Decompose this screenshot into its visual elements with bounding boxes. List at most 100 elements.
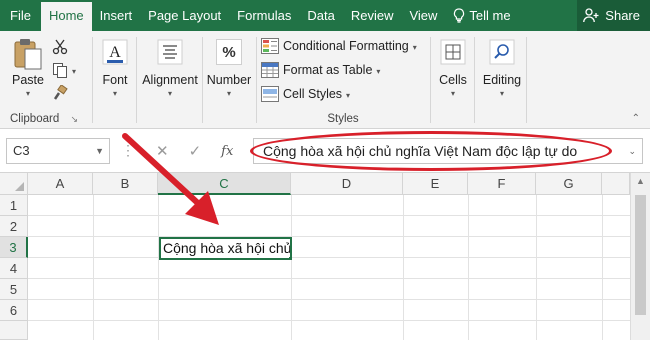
conditional-formatting-button[interactable]: Conditional Formatting ▾ [261, 38, 417, 54]
column-header-b[interactable]: B [93, 173, 158, 195]
table-icon [261, 62, 279, 78]
vertical-scrollbar[interactable]: ▲ [630, 173, 650, 340]
ribbon-tab-bar: File Home Insert Page Layout Formulas Da… [0, 0, 650, 31]
cancel-icon[interactable]: ✕ [156, 142, 169, 160]
formula-input[interactable]: Cộng hòa xã hội chủ nghĩa Việt Nam độc l… [253, 138, 643, 164]
chevron-down-icon: ▾ [112, 89, 117, 98]
formula-bar: C3 ▼ ⋮ ✕ ✓ fx Cộng hòa xã hội chủ nghĩa … [0, 129, 650, 173]
cells-icon [440, 39, 466, 65]
find-icon [489, 39, 515, 65]
chevron-down-icon: ▾ [346, 90, 351, 100]
insert-function-button[interactable]: fx [221, 144, 233, 159]
number-group: % Number ▾ [203, 31, 255, 129]
name-box-value: C3 [13, 143, 30, 158]
copy-button[interactable]: ▾ [52, 62, 76, 78]
align-center-icon [157, 39, 183, 65]
formula-content: Cộng hòa xã hội chủ nghĩa Việt Nam độc l… [263, 143, 578, 159]
column-header-partial[interactable] [602, 173, 630, 195]
group-separator [526, 37, 527, 123]
format-painter-button[interactable] [52, 85, 68, 101]
cut-button[interactable] [52, 39, 68, 55]
fill-handle[interactable] [288, 256, 290, 258]
name-box[interactable]: C3 ▼ [6, 138, 110, 164]
resize-handle-icon[interactable]: ⋮ [121, 142, 136, 159]
enter-check-icon[interactable]: ✓ [189, 142, 202, 160]
tab-data[interactable]: Data [299, 0, 342, 31]
column-header-d[interactable]: D [291, 173, 403, 195]
percent-icon: % [216, 39, 242, 65]
column-header-c[interactable]: C [158, 173, 291, 195]
chevron-down-icon: ▾ [412, 42, 417, 52]
lightbulb-icon [454, 8, 465, 23]
format-as-table-button[interactable]: Format as Table ▾ [261, 62, 380, 78]
chevron-down-icon: ▾ [167, 89, 172, 98]
tab-formulas[interactable]: Formulas [229, 0, 299, 31]
scrollbar-thumb[interactable] [635, 195, 646, 315]
tab-file[interactable]: File [0, 0, 41, 31]
cell-styles-icon [261, 86, 279, 102]
gridline [403, 195, 404, 340]
row-header-1[interactable]: 1 [0, 195, 28, 216]
chevron-down-icon: ▾ [450, 89, 455, 98]
font-button[interactable]: A Font ▾ [97, 39, 133, 98]
row-header-5[interactable]: 5 [0, 279, 28, 300]
number-format-button[interactable]: % Number ▾ [204, 39, 254, 98]
column-header-e[interactable]: E [403, 173, 468, 195]
tell-me-box[interactable]: Tell me [445, 0, 518, 31]
cells-group: Cells ▾ [431, 31, 473, 129]
scroll-up-icon[interactable]: ▲ [636, 176, 645, 186]
worksheet-grid: A B C D E F G 1 2 3 4 5 6 Cộng hòa xã hộ… [0, 173, 650, 340]
active-cell-c3[interactable]: Cộng hòa xã hội chủ [159, 237, 292, 260]
alignment-button[interactable]: Alignment ▾ [139, 39, 201, 98]
scissors-icon [52, 39, 68, 55]
cells-button[interactable]: Cells ▾ [435, 39, 471, 98]
row-header-2[interactable]: 2 [0, 216, 28, 237]
dialog-launcher-icon[interactable]: ↘ [70, 114, 78, 124]
column-header-a[interactable]: A [28, 173, 93, 195]
cell-styles-label: Cell Styles [283, 87, 343, 101]
expand-formula-bar-icon[interactable]: ⌄ [628, 139, 636, 163]
column-header-f[interactable]: F [468, 173, 536, 195]
column-header-g[interactable]: G [536, 173, 602, 195]
chevron-down-icon: ▾ [376, 66, 381, 76]
select-all-button[interactable] [0, 173, 28, 195]
tell-me-label: Tell me [469, 8, 511, 23]
styles-group-label: Styles [327, 113, 359, 125]
paste-button[interactable]: Paste ▾ [8, 37, 48, 98]
copy-icon [53, 63, 67, 78]
cell-styles-button[interactable]: Cell Styles ▾ [261, 86, 350, 102]
ribbon: Paste ▾ ▾ Clipboard ↘ A Font ▾ Alignment… [0, 31, 650, 129]
paste-label: Paste [12, 73, 44, 87]
gridline [28, 236, 630, 237]
gridline [536, 195, 537, 340]
share-button[interactable]: Share [577, 0, 650, 31]
brush-icon [53, 85, 68, 100]
row-header-3[interactable]: 3 [0, 237, 28, 258]
tab-insert[interactable]: Insert [92, 0, 141, 31]
tab-view[interactable]: View [401, 0, 445, 31]
chevron-down-icon: ▾ [25, 89, 30, 98]
alignment-group: Alignment ▾ [137, 31, 201, 129]
tab-page-layout[interactable]: Page Layout [140, 0, 229, 31]
font-label: Font [102, 73, 128, 87]
row-header-6[interactable]: 6 [0, 300, 28, 321]
tab-review[interactable]: Review [343, 0, 402, 31]
person-icon [583, 8, 599, 23]
format-as-table-label: Format as Table [283, 63, 373, 77]
editing-button[interactable]: Editing ▾ [479, 39, 525, 98]
collapse-ribbon-icon[interactable]: ⌃ [632, 113, 640, 124]
cells-label: Cells [439, 73, 467, 87]
tab-home[interactable]: Home [40, 2, 92, 31]
gridline [28, 320, 630, 321]
gridline [28, 215, 630, 216]
row-header-partial[interactable] [0, 321, 28, 340]
gridline [158, 195, 159, 340]
svg-text:A: A [109, 44, 121, 61]
share-label: Share [605, 8, 640, 23]
gridline [28, 257, 630, 258]
gridline [602, 195, 603, 340]
formula-buttons: ✕ ✓ fx [140, 138, 252, 164]
number-label: Number [206, 73, 252, 87]
row-header-4[interactable]: 4 [0, 258, 28, 279]
gridline [468, 195, 469, 340]
